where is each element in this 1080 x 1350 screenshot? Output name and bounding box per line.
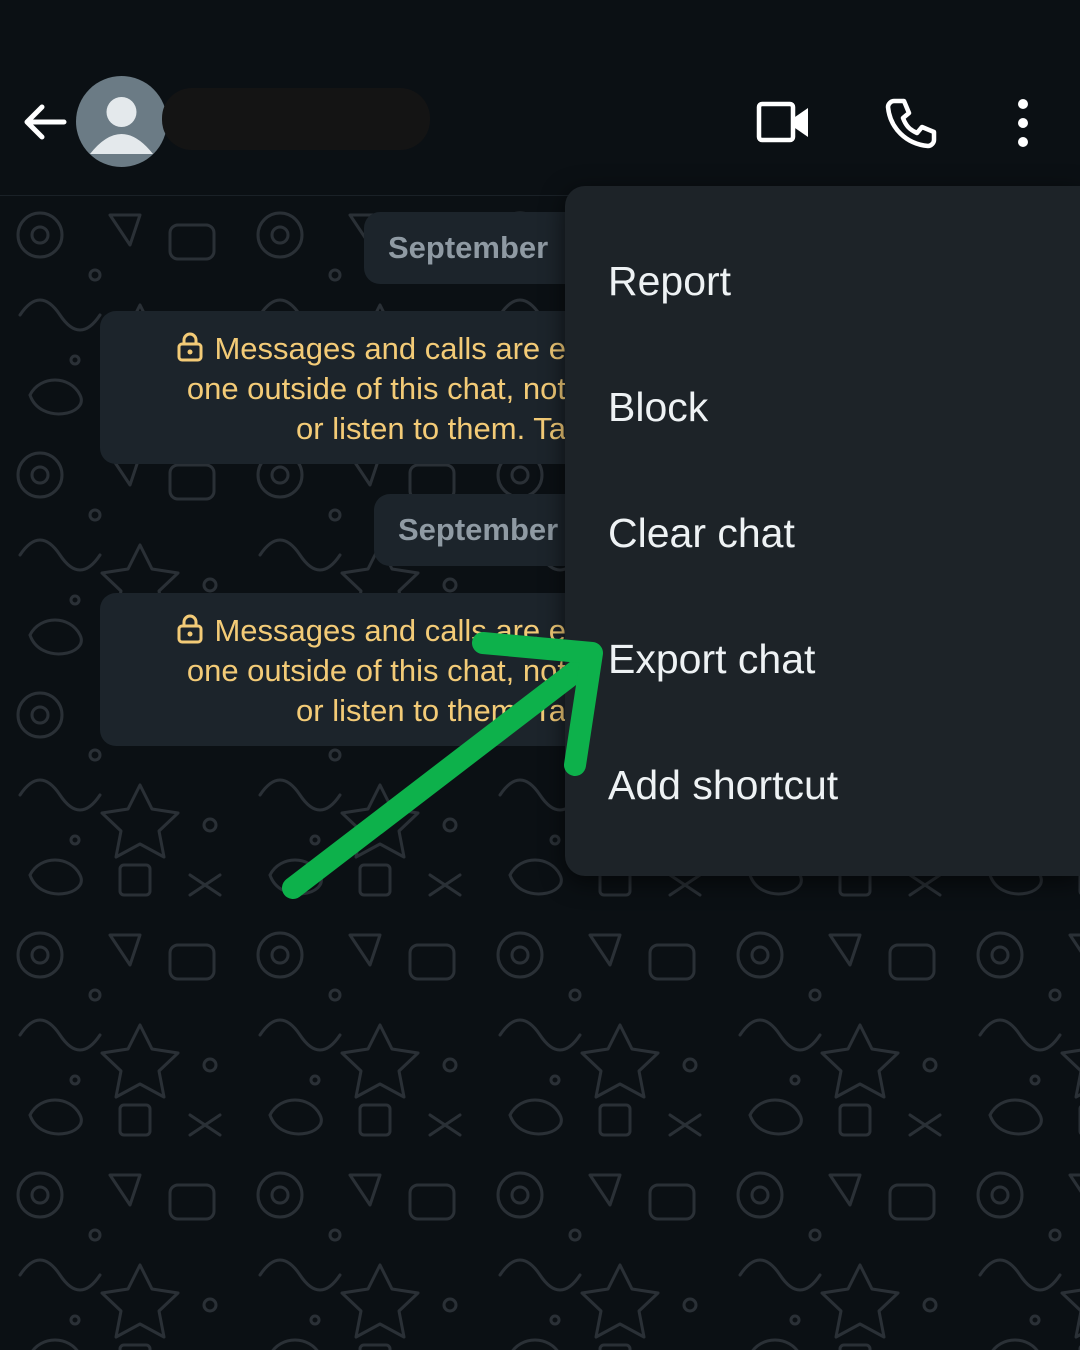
menu-item-clear-chat[interactable]: Clear chat xyxy=(565,470,1080,596)
encryption-notice-text: one outside of this chat, not xyxy=(186,653,566,688)
menu-item-export-chat[interactable]: Export chat xyxy=(565,596,1080,722)
encryption-notice-text: Messages and calls are e xyxy=(214,613,566,648)
menu-item-add-shortcut[interactable]: Add shortcut xyxy=(565,722,1080,848)
menu-item-report[interactable]: Report xyxy=(565,218,1080,344)
video-call-icon[interactable] xyxy=(756,96,810,150)
chat-header xyxy=(0,0,1080,196)
encryption-notice-line: Messages and calls are e xyxy=(176,611,566,651)
encryption-notice-line: Messages and calls are e xyxy=(176,329,566,369)
phone-call-icon[interactable] xyxy=(884,96,938,150)
encryption-notice-text: or listen to them. Ta xyxy=(296,411,566,446)
encryption-notice[interactable]: Messages and calls are e one outside of … xyxy=(100,311,584,464)
avatar[interactable] xyxy=(76,76,167,167)
lock-icon xyxy=(177,332,203,362)
back-arrow-icon[interactable] xyxy=(18,95,72,149)
lock-icon xyxy=(177,614,203,644)
date-chip: September xyxy=(374,494,584,566)
avatar-placeholder-icon xyxy=(90,97,153,154)
menu-item-block[interactable]: Block xyxy=(565,344,1080,470)
encryption-notice-text: Messages and calls are e xyxy=(214,331,566,366)
date-chip: September xyxy=(364,212,584,284)
encryption-notice-text: or listen to them. Ta xyxy=(296,693,566,728)
more-vert-icon[interactable] xyxy=(996,96,1050,150)
encryption-notice[interactable]: Messages and calls are e one outside of … xyxy=(100,593,584,746)
encryption-notice-text: one outside of this chat, not xyxy=(186,371,566,406)
overflow-menu: Report Block Clear chat Export chat Add … xyxy=(565,186,1080,876)
contact-name-redacted[interactable] xyxy=(162,88,430,150)
